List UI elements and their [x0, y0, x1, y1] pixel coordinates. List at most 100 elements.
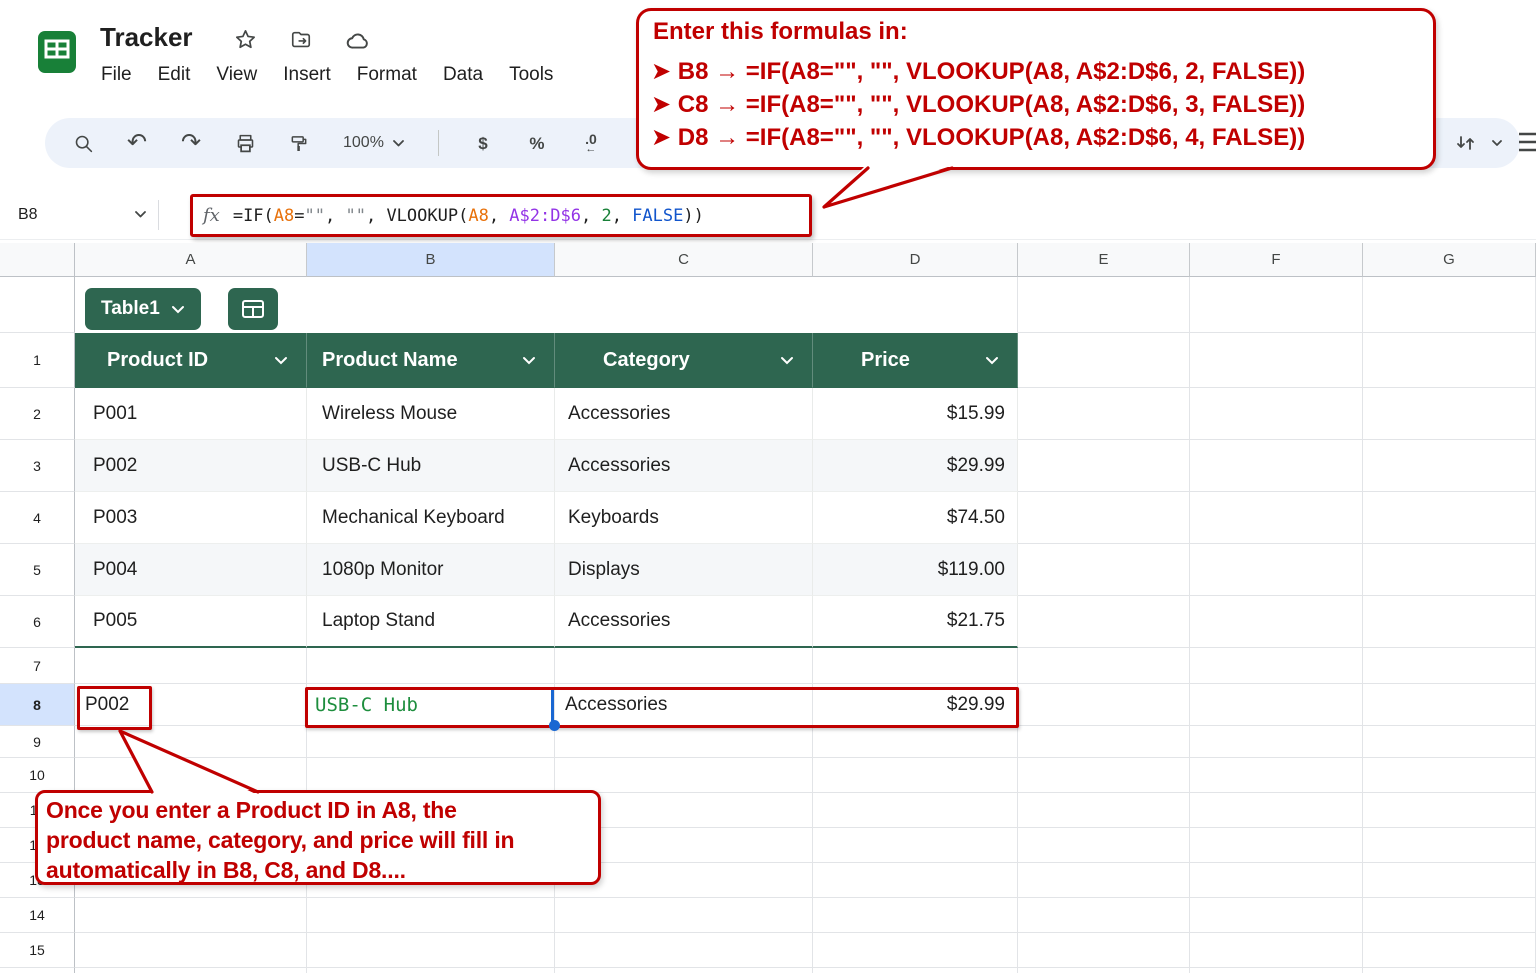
menu-item-data[interactable]: Data: [430, 60, 496, 90]
cell[interactable]: Displays: [555, 544, 813, 596]
cell[interactable]: [813, 933, 1018, 968]
cell[interactable]: $15.99: [813, 388, 1018, 440]
cell[interactable]: $119.00: [813, 544, 1018, 596]
cell[interactable]: [1190, 933, 1363, 968]
cell[interactable]: [75, 968, 307, 973]
cell[interactable]: [555, 648, 813, 684]
cell[interactable]: [1363, 828, 1536, 863]
percent-format-button[interactable]: %: [517, 124, 557, 162]
fill-handle[interactable]: [549, 720, 560, 731]
cell[interactable]: [1018, 277, 1190, 333]
cell[interactable]: Wireless Mouse: [307, 388, 555, 440]
cell[interactable]: [1018, 440, 1190, 492]
cell[interactable]: P002: [75, 440, 307, 492]
cell[interactable]: Laptop Stand: [307, 596, 555, 648]
cell[interactable]: [1190, 596, 1363, 648]
cell[interactable]: [1018, 492, 1190, 544]
sidebar-toggle-icon[interactable]: [1517, 130, 1536, 159]
column-header-g[interactable]: G: [1363, 243, 1536, 277]
cell[interactable]: [1363, 596, 1536, 648]
row-header[interactable]: 2: [0, 388, 75, 440]
cell[interactable]: [75, 726, 307, 758]
move-folder-icon[interactable]: [289, 29, 313, 56]
cell[interactable]: [813, 277, 1018, 333]
paint-format-icon[interactable]: [279, 124, 319, 162]
cell[interactable]: [813, 793, 1018, 828]
cell[interactable]: [1363, 544, 1536, 596]
cell[interactable]: [555, 933, 813, 968]
cell[interactable]: USB-C Hub: [307, 440, 555, 492]
menu-item-tools[interactable]: Tools: [496, 60, 566, 90]
chevron-down-icon[interactable]: [522, 356, 536, 365]
row-header[interactable]: 4: [0, 492, 75, 544]
menu-item-view[interactable]: View: [203, 60, 270, 90]
cell[interactable]: [1018, 898, 1190, 933]
table-header-price[interactable]: Price: [813, 333, 1018, 388]
chevron-down-icon[interactable]: [274, 356, 288, 365]
column-header-b[interactable]: B: [307, 243, 555, 277]
cell-c8[interactable]: Accessories: [555, 684, 813, 726]
cell[interactable]: P001: [75, 388, 307, 440]
cell[interactable]: [1018, 863, 1190, 898]
undo-icon[interactable]: ↶: [117, 124, 157, 162]
cell[interactable]: [1018, 968, 1190, 973]
column-header-f[interactable]: F: [1190, 243, 1363, 277]
cell[interactable]: [75, 898, 307, 933]
document-title[interactable]: Tracker: [100, 22, 193, 53]
cell[interactable]: [555, 968, 813, 973]
row-header[interactable]: 6: [0, 596, 75, 648]
sheets-logo-icon[interactable]: [34, 28, 80, 81]
decrease-decimal-button[interactable]: .0←: [571, 124, 611, 162]
row-header[interactable]: 3: [0, 440, 75, 492]
cell[interactable]: [1363, 758, 1536, 793]
name-box[interactable]: B8: [0, 190, 158, 239]
menu-item-edit[interactable]: Edit: [145, 60, 204, 90]
column-header-d[interactable]: D: [813, 243, 1018, 277]
cell[interactable]: [1190, 726, 1363, 758]
table-name-chip[interactable]: Table1: [85, 288, 201, 330]
cell[interactable]: [1190, 684, 1363, 726]
cell[interactable]: [555, 898, 813, 933]
cell[interactable]: [1190, 388, 1363, 440]
row-header[interactable]: 7: [0, 648, 75, 684]
select-all-corner[interactable]: [0, 243, 75, 277]
cell[interactable]: [75, 933, 307, 968]
cell[interactable]: P003: [75, 492, 307, 544]
cell[interactable]: [307, 277, 555, 333]
cell[interactable]: [1190, 758, 1363, 793]
cell[interactable]: $29.99: [813, 440, 1018, 492]
cell[interactable]: [813, 648, 1018, 684]
search-icon[interactable]: [63, 124, 103, 162]
cell[interactable]: [1363, 333, 1536, 388]
chevron-down-icon[interactable]: [1492, 140, 1502, 146]
cell-a8[interactable]: P002: [75, 684, 307, 726]
cell[interactable]: [1363, 726, 1536, 758]
table-header-category[interactable]: Category: [555, 333, 813, 388]
cell[interactable]: [307, 933, 555, 968]
cell[interactable]: 1080p Monitor: [307, 544, 555, 596]
menu-item-insert[interactable]: Insert: [270, 60, 344, 90]
cell[interactable]: [1363, 492, 1536, 544]
row-header[interactable]: 14: [0, 898, 75, 933]
cell[interactable]: [1018, 828, 1190, 863]
cell[interactable]: [1190, 898, 1363, 933]
cell[interactable]: [1363, 277, 1536, 333]
row-header[interactable]: 10: [0, 758, 75, 793]
row-header[interactable]: 8: [0, 684, 75, 726]
cell[interactable]: [1018, 758, 1190, 793]
cell[interactable]: [813, 758, 1018, 793]
cloud-status-icon[interactable]: [345, 29, 371, 56]
cell[interactable]: [1190, 968, 1363, 973]
cell[interactable]: [307, 968, 555, 973]
cell[interactable]: [1018, 648, 1190, 684]
cell[interactable]: [1018, 596, 1190, 648]
cell[interactable]: [1018, 388, 1190, 440]
cell[interactable]: $74.50: [813, 492, 1018, 544]
column-header-a[interactable]: A: [75, 243, 307, 277]
cell[interactable]: [1363, 684, 1536, 726]
menu-item-format[interactable]: Format: [344, 60, 430, 90]
cell[interactable]: [1190, 440, 1363, 492]
cell[interactable]: P004: [75, 544, 307, 596]
currency-format-button[interactable]: $: [463, 124, 503, 162]
row-header[interactable]: 9: [0, 726, 75, 758]
